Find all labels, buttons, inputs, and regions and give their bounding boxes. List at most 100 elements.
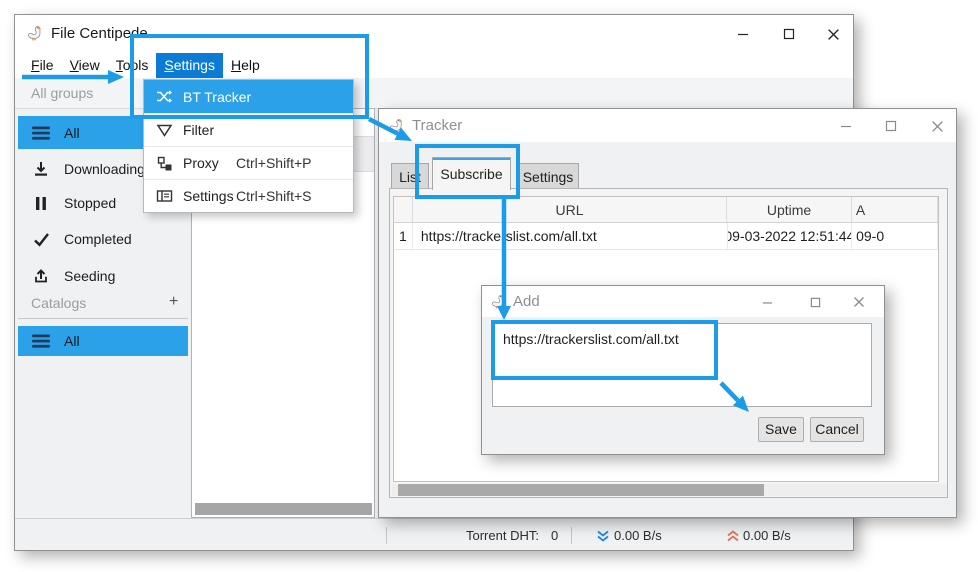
menu-settings[interactable]: Settings [156,53,223,78]
dht-value: 0 [551,519,558,552]
main-titlebar[interactable]: File Centipede [15,15,853,53]
shuffle-icon [156,88,173,105]
minimize-icon [737,28,749,40]
check-icon [32,231,50,247]
table-row[interactable]: 1 https://trackerslist.com/all.txt 09-03… [394,223,938,250]
uptime-cell: 09-03-2022 12:51:44 [728,223,852,249]
minimize-icon [840,120,852,132]
sidebar-item-completed[interactable]: Completed [18,223,188,255]
minimize-button[interactable] [754,291,780,313]
minimize-icon [762,297,773,308]
header-cell-extra[interactable]: A [852,197,938,222]
filter-icon [156,122,173,139]
add-catalog-button[interactable]: + [169,293,178,311]
maximize-button[interactable] [774,23,804,45]
menu-tools[interactable]: Tools [108,53,157,78]
menu-view[interactable]: View [62,53,108,78]
sidebar-item-label: Seeding [64,268,115,284]
upload-speed: 0.00 B/s [743,519,791,552]
menu-item-shortcut: Ctrl+Shift+S [236,188,311,204]
maximize-button[interactable] [802,291,828,313]
add-dialog: Add https://trackerslist.com/all.txt Sav… [481,285,885,455]
tracker-titlebar[interactable]: Tracker [379,109,956,142]
sidebar-item-label: Downloading [64,161,145,177]
row-number-cell: 1 [394,223,413,249]
tab-subscribe[interactable]: Subscribe [432,157,511,190]
maximize-icon [810,297,821,308]
status-bar: Torrent DHT: 0 0.00 B/s 0.00 B/s [15,518,853,551]
upload-speed-icon [726,530,740,543]
status-divider [571,527,572,544]
group-toolbar: All groups [15,78,853,109]
save-button[interactable]: Save [758,417,804,442]
catalog-item-all[interactable]: All [18,326,188,356]
header-cell-uptime[interactable]: Uptime [727,197,852,222]
duck-icon [491,293,507,310]
menu-item-bt-tracker[interactable]: BT Tracker [144,80,353,113]
url-input[interactable]: https://trackerslist.com/all.txt [492,323,872,407]
download-speed: 0.00 B/s [614,519,662,552]
maximize-button[interactable] [877,115,905,137]
window-title: Tracker [412,117,462,134]
tab-label: Subscribe [440,166,502,182]
menu-bar: File View Tools Settings Help [15,53,853,78]
menu-item-filter[interactable]: Filter [144,113,353,146]
tab-label: Settings [523,169,574,185]
group-filter-select[interactable]: All groups [31,78,93,108]
add-titlebar[interactable]: Add [482,286,884,317]
pause-icon [32,195,50,211]
header-cell-num[interactable] [394,197,413,222]
status-divider [386,527,387,544]
close-button[interactable] [846,291,872,313]
horizontal-scrollbar[interactable] [195,503,372,515]
menu-help[interactable]: Help [223,53,268,78]
url-cell: https://trackerslist.com/all.txt [413,223,728,249]
duck-icon [27,24,44,42]
desktop: File Centipede File View Tools Settings … [0,0,978,572]
maximize-icon [885,120,897,132]
tab-list[interactable]: List [391,163,429,189]
minimize-button[interactable] [832,115,860,137]
close-button[interactable] [923,115,951,137]
dht-label: Torrent DHT: [466,519,539,552]
settings-icon [156,188,173,205]
close-icon [827,28,840,41]
header-cell-url[interactable]: URL [413,197,727,222]
duck-icon [389,117,405,134]
menu-item-settings[interactable]: Settings Ctrl+Shift+S [144,179,353,212]
tab-label: List [399,169,421,185]
sidebar-item-label: Completed [64,231,132,247]
table-header-row: URL Uptime A [394,197,938,223]
close-icon [853,296,865,308]
extra-cell: 09-0 [852,223,938,249]
scrollbar-thumb[interactable] [398,484,764,496]
tab-settings[interactable]: Settings [517,163,579,189]
menu-file[interactable]: File [23,53,62,78]
download-speed-icon [596,530,610,543]
close-button[interactable] [818,23,848,45]
window-title: File Centipede [51,25,148,42]
menu-item-shortcut: Ctrl+Shift+P [236,155,311,171]
menu-item-label: BT Tracker [183,89,251,105]
sidebar-item-seeding[interactable]: Seeding [18,259,188,293]
minimize-button[interactable] [728,23,758,45]
window-title: Add [513,293,540,310]
upload-icon [32,268,50,284]
menu-item-label: Proxy [183,155,219,171]
menu-icon [32,333,50,349]
catalog-item-label: All [64,333,80,349]
catalogs-label: Catalogs [31,295,86,311]
settings-dropdown-menu: BT Tracker Filter Proxy Ctrl+Shift+P Set… [143,79,354,213]
sidebar-item-label: Stopped [64,195,116,211]
menu-icon [32,125,50,141]
sidebar-item-label: All [64,125,80,141]
menu-item-proxy[interactable]: Proxy Ctrl+Shift+P [144,146,353,179]
menu-item-label: Settings [183,188,234,204]
maximize-icon [783,28,795,40]
horizontal-scrollbar[interactable] [392,484,947,496]
sidebar-divider [18,318,188,319]
proxy-icon [156,155,173,172]
cancel-button[interactable]: Cancel [810,417,864,442]
menu-item-label: Filter [183,122,214,138]
close-icon [931,120,944,133]
